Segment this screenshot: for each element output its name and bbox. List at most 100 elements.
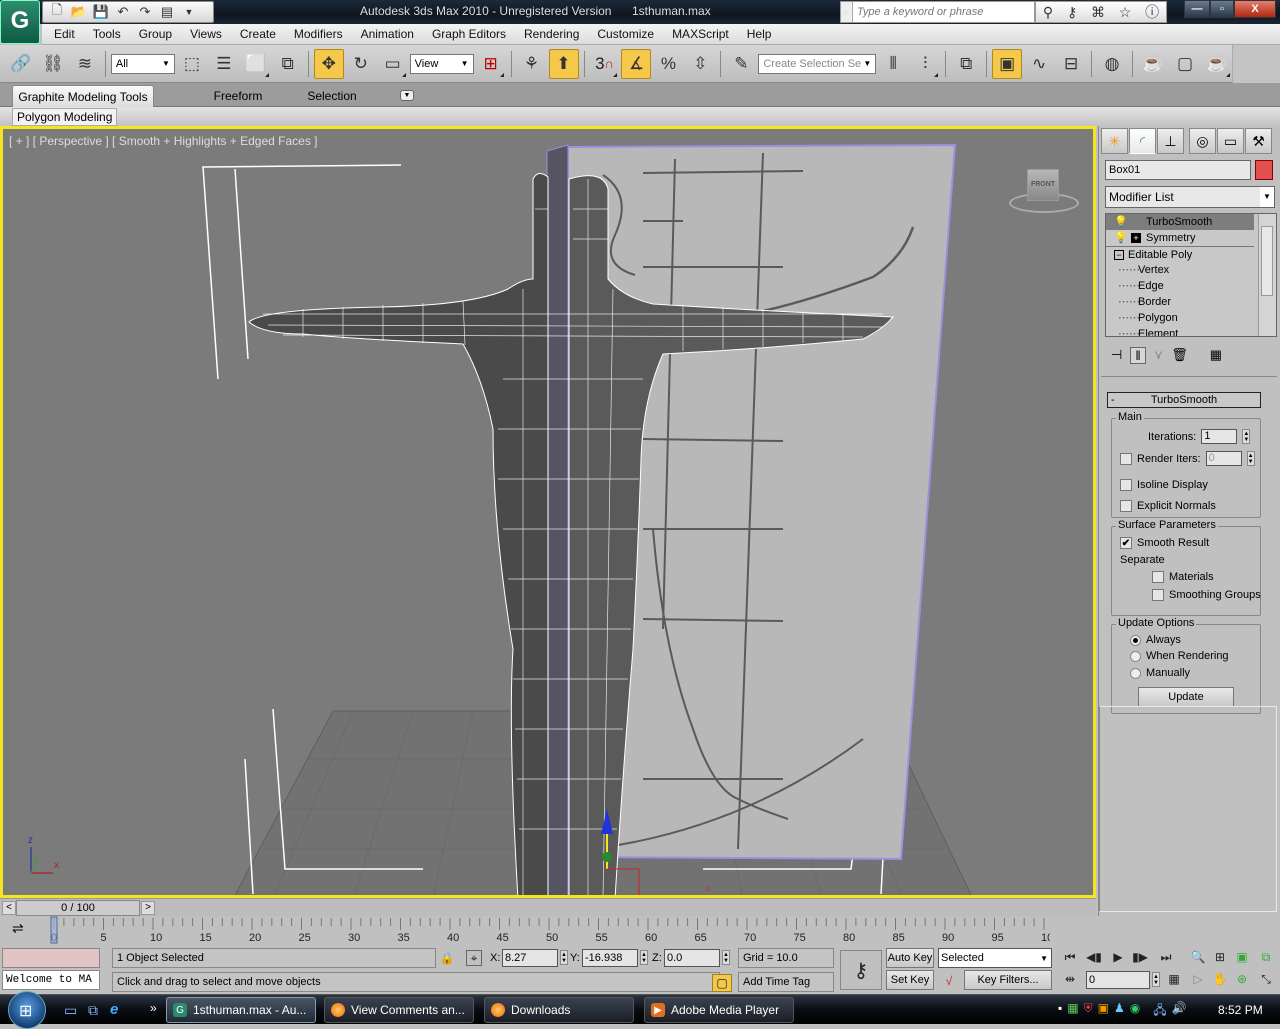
time-slider-next-button[interactable]: > <box>141 901 155 915</box>
smoothing-groups-checkbox[interactable] <box>1152 589 1164 601</box>
display-icon[interactable]: ▭ <box>1217 128 1244 154</box>
select-and-move-icon[interactable]: ✥ <box>313 48 344 79</box>
binoculars-icon[interactable]: ⚲ <box>1043 4 1053 21</box>
render-iters-spinner-arrows[interactable]: ▲ ▼ <box>1246 451 1255 466</box>
bind-space-warp-icon[interactable]: ≋ <box>70 49 100 79</box>
pin-stack-icon[interactable]: ⊣ <box>1111 347 1122 363</box>
configure-modifier-sets-icon[interactable]: ▦ <box>1210 347 1222 363</box>
go-to-end-icon[interactable]: ⏭ <box>1156 950 1176 965</box>
layer-manager-icon[interactable]: ⧉ <box>951 49 981 79</box>
time-tag-icon[interactable]: ▢ <box>712 974 732 992</box>
explicit-normals-checkbox[interactable] <box>1120 500 1132 512</box>
update-when-rendering-radio[interactable] <box>1130 650 1141 662</box>
stack-scrollbar[interactable] <box>1258 214 1276 336</box>
search-expand-icon[interactable]: ▶ <box>841 2 853 22</box>
menu-maxscript[interactable]: MAXScript <box>663 27 738 41</box>
viewcube-front-face[interactable]: FRONT <box>1027 169 1059 201</box>
unlink-icon[interactable]: ⛓ <box>38 49 68 79</box>
scrollbar-thumb[interactable] <box>1261 226 1273 296</box>
star-icon[interactable]: ☆ <box>1119 4 1132 21</box>
tray-messenger-icon[interactable]: ♟ <box>1114 1001 1125 1022</box>
modify-icon[interactable]: ◜ <box>1129 128 1156 154</box>
field-of-view-icon[interactable]: ▷ <box>1188 972 1208 986</box>
ribbon-options-icon[interactable]: ▼ <box>400 90 414 101</box>
render-production-icon[interactable]: ☕ <box>1202 49 1232 79</box>
menu-graph-editors[interactable]: Graph Editors <box>423 27 515 41</box>
create-icon[interactable]: ✳ <box>1101 128 1128 154</box>
default-tangent-icon[interactable]: √ <box>938 972 960 990</box>
stack-item-element[interactable]: ⋯⋯ Element <box>1106 326 1254 336</box>
menu-modifiers[interactable]: Modifiers <box>285 27 352 41</box>
task-view-comments[interactable]: View Comments an... <box>324 997 474 1023</box>
task-3dsmax[interactable]: G 1sthuman.max - Au... <box>166 997 316 1023</box>
zoom-extents-icon[interactable]: ▣ <box>1232 950 1252 964</box>
iterations-spinner-arrows[interactable]: ▲ ▼ <box>1242 429 1251 444</box>
material-editor-icon[interactable]: ◍ <box>1097 49 1127 79</box>
expand-plus-icon[interactable]: + <box>1131 233 1141 243</box>
key-icon[interactable]: ⚷ <box>1067 4 1077 21</box>
show-desktop-icon[interactable]: ▭ <box>64 1002 77 1019</box>
selection-filter-dropdown[interactable]: All ▼ <box>110 53 175 74</box>
project-folder-icon[interactable]: ▤ <box>157 3 177 21</box>
viewcube[interactable]: FRONT <box>1005 161 1085 221</box>
rendered-frame-window-icon[interactable]: ▢ <box>1170 49 1200 79</box>
select-and-scale-icon[interactable]: ▭ <box>378 49 408 79</box>
quicklaunch-overflow-icon[interactable]: » <box>150 1001 157 1015</box>
time-configuration-icon[interactable]: ▦ <box>1164 972 1184 986</box>
menu-animation[interactable]: Animation <box>352 27 423 41</box>
select-manipulate-icon[interactable]: ⚘ <box>517 49 547 79</box>
reference-coord-dropdown[interactable]: View ▼ <box>409 53 474 74</box>
zoom-all-icon[interactable]: ⊞ <box>1210 950 1230 964</box>
object-color-swatch[interactable] <box>1255 160 1273 180</box>
go-to-start-icon[interactable]: ⏮ <box>1060 950 1080 965</box>
search-input[interactable] <box>853 6 1031 18</box>
stack-item-symmetry[interactable]: 💡 + Symmetry <box>1106 230 1254 246</box>
keyboard-shortcut-override-icon[interactable]: ⬆ <box>548 48 579 79</box>
time-slider-thumb[interactable]: 0 / 100 <box>16 900 140 916</box>
menu-customize[interactable]: Customize <box>588 27 663 41</box>
graphite-toggle-icon[interactable]: ▣ <box>992 48 1023 79</box>
application-button[interactable]: G <box>0 0 40 44</box>
smooth-result-checkbox[interactable]: ✔ <box>1120 537 1132 549</box>
redo-icon[interactable]: ↷ <box>135 3 155 21</box>
isoline-display-checkbox[interactable] <box>1120 479 1132 491</box>
minimize-button[interactable]: — <box>1184 0 1210 18</box>
menu-help[interactable]: Help <box>738 27 781 41</box>
tab-freeform[interactable]: Freeform <box>196 85 280 107</box>
play-icon[interactable]: ▶ <box>1108 950 1128 964</box>
x-coordinate-field[interactable]: 8.27 <box>502 949 558 967</box>
tray-network-icon[interactable]: ▦ <box>1067 1001 1078 1022</box>
spinner-snap-icon[interactable]: ⇳ <box>685 49 715 79</box>
next-frame-icon[interactable]: ▮▶ <box>1130 950 1150 964</box>
stack-item-polygon[interactable]: ⋯⋯ Polygon <box>1106 310 1254 326</box>
pan-view-icon[interactable]: ✋ <box>1210 972 1230 986</box>
named-selection-dropdown[interactable]: Create Selection Se ▼ <box>758 53 877 74</box>
menu-views[interactable]: Views <box>181 27 231 41</box>
iterations-spinner[interactable]: 1 <box>1201 429 1238 444</box>
rollout-header[interactable]: - TurboSmooth <box>1107 392 1261 408</box>
restore-button[interactable]: ▫ <box>1210 0 1234 18</box>
auto-key-button[interactable]: Auto Key <box>886 948 934 968</box>
internet-explorer-icon[interactable]: e <box>110 1001 118 1018</box>
selection-lock-icon[interactable]: 🔒 <box>440 950 455 966</box>
maxscript-mini-listener-pink[interactable] <box>2 948 100 968</box>
object-name-field[interactable]: Box01 <box>1105 160 1251 180</box>
utilities-icon[interactable]: ⚒ <box>1245 128 1272 154</box>
tray-status-icon[interactable]: ◉ <box>1130 1001 1140 1022</box>
z-coordinate-field[interactable]: 0.0 <box>664 949 720 967</box>
stack-item-editable-poly[interactable]: − Editable Poly <box>1106 246 1254 262</box>
add-time-tag-button[interactable]: Add Time Tag <box>738 972 834 992</box>
tray-network-connection-icon[interactable]: 🖧 <box>1153 1001 1166 1022</box>
key-filters-button[interactable]: Key Filters... <box>964 970 1052 990</box>
zoom-extents-all-icon[interactable]: ⧉ <box>1256 950 1276 965</box>
hierarchy-icon[interactable]: ⊥ <box>1157 128 1184 154</box>
link-icon[interactable]: 🔗 <box>6 49 36 79</box>
maxscript-mini-listener[interactable]: Welcome to MA <box>2 970 100 990</box>
menu-rendering[interactable]: Rendering <box>515 27 588 41</box>
time-slider-prev-button[interactable]: < <box>2 901 16 915</box>
remove-modifier-icon[interactable]: 🗑 <box>1171 347 1188 363</box>
y-spinner-arrows[interactable]: ▲ ▼ <box>640 950 648 965</box>
switch-windows-icon[interactable]: ⧉ <box>88 1002 98 1019</box>
zoom-icon[interactable]: 🔍 <box>1188 950 1208 964</box>
tab-selection[interactable]: Selection <box>292 85 372 107</box>
